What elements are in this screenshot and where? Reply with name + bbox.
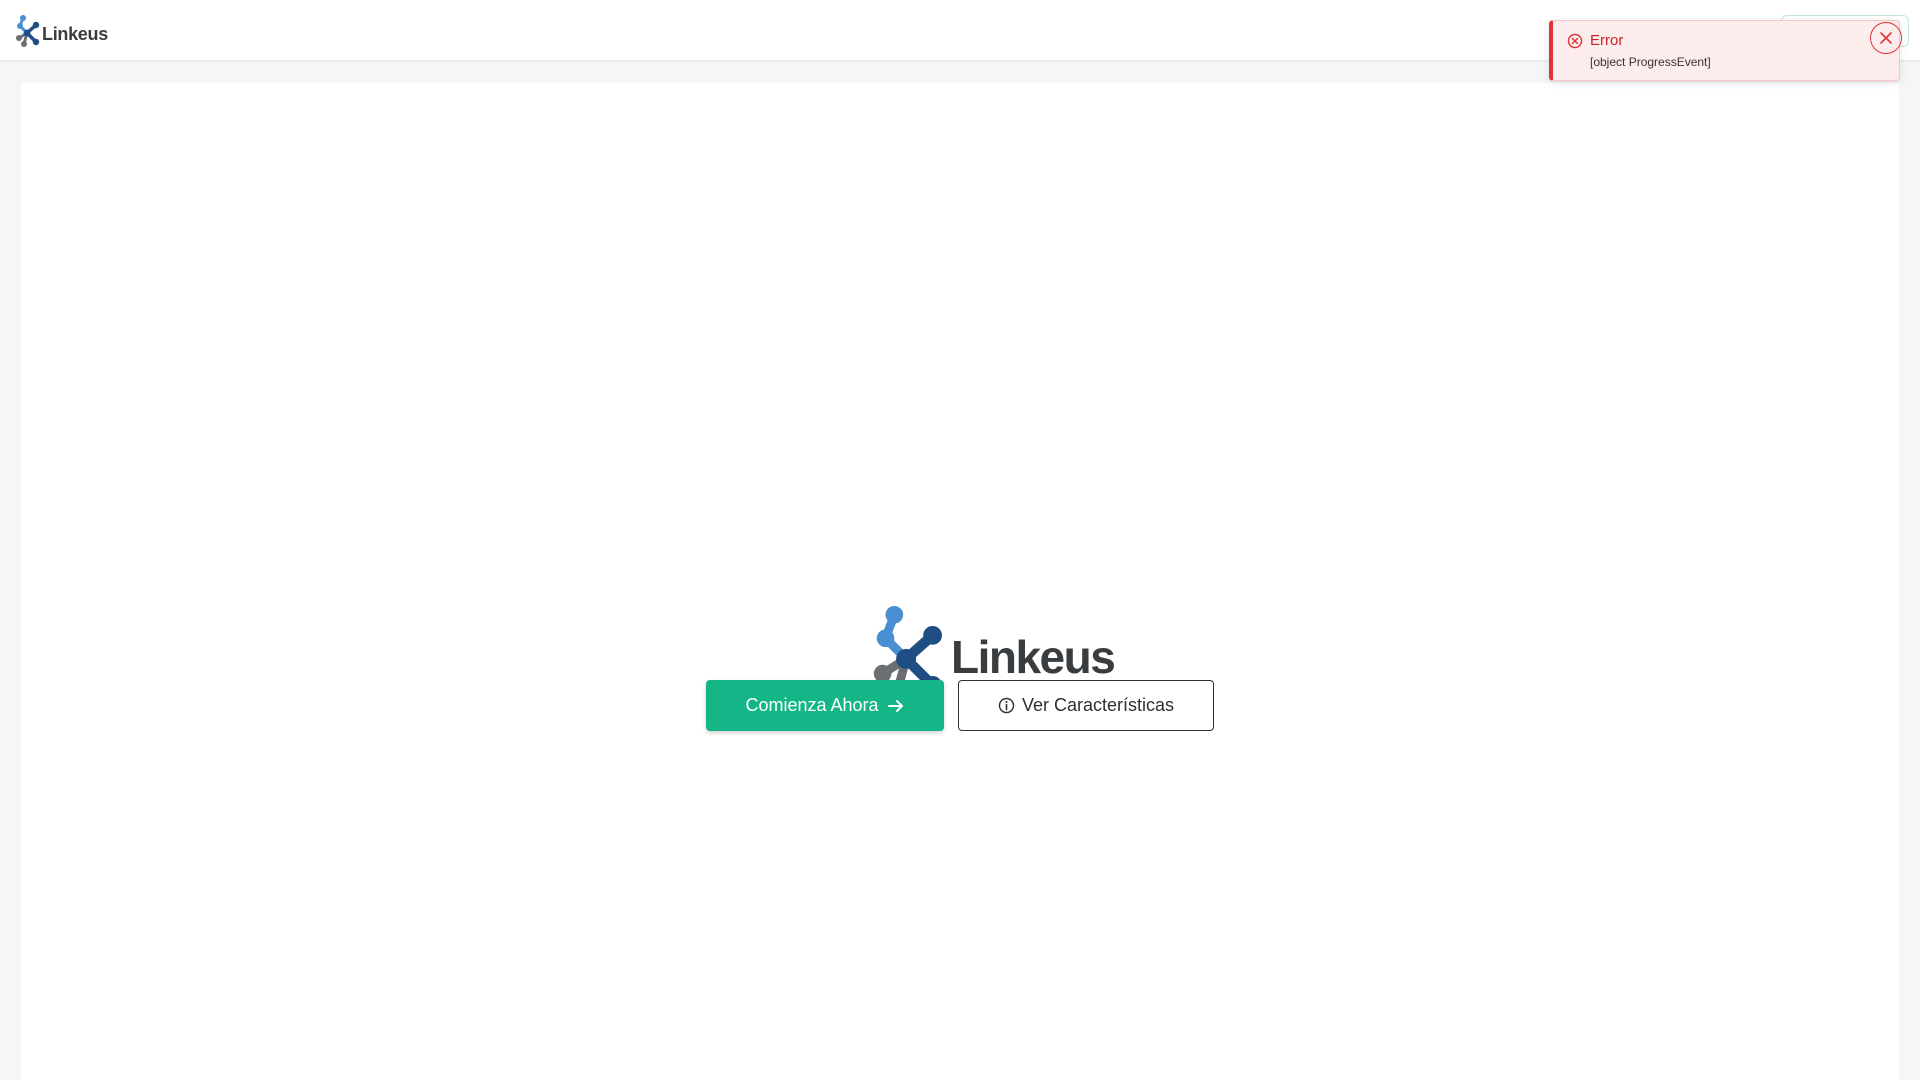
start-now-button[interactable]: Comienza Ahora: [706, 680, 944, 731]
hero-logo: Linkeus: [862, 523, 1116, 703]
main-content: Linkeus: [21, 83, 1899, 1080]
error-circle-icon: [1567, 33, 1583, 49]
view-features-button[interactable]: Ver Características: [958, 680, 1214, 731]
hero-logo-text: Linkeus: [951, 631, 1116, 683]
navbar-logo-text: Linkeus: [42, 23, 108, 44]
info-circle-icon: [998, 697, 1015, 714]
toast-message: [object ProgressEvent]: [1590, 55, 1711, 69]
navbar-logo[interactable]: Linkeus: [14, 14, 108, 48]
linkeus-logo-icon: [16, 15, 40, 47]
toast-title: Error: [1590, 32, 1624, 49]
view-features-label: Ver Características: [1021, 695, 1175, 715]
error-toast: Error [object ProgressEvent]: [1549, 20, 1902, 81]
close-icon: [1880, 32, 1892, 44]
start-now-label: Comienza Ahora: [745, 695, 879, 715]
toast-close-button[interactable]: [1870, 22, 1902, 54]
arrow-right-icon: [887, 699, 903, 712]
